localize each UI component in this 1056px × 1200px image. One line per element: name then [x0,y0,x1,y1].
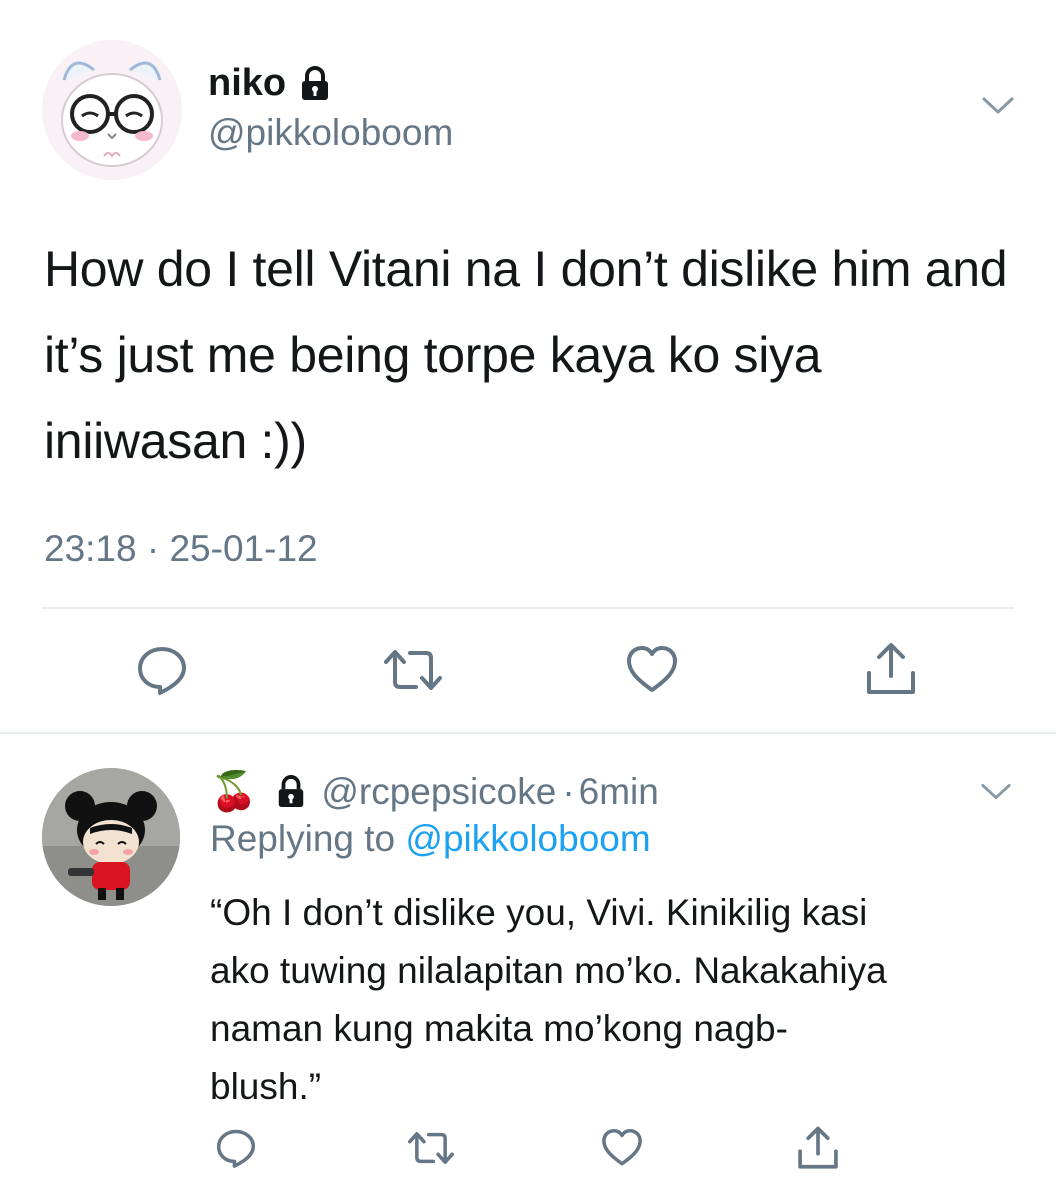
meta-separator: · [146,528,160,569]
retweet-button[interactable] [382,642,444,698]
like-icon [602,1128,642,1166]
share-button[interactable] [796,1124,840,1172]
author-name[interactable]: niko [208,62,286,105]
reply-icon [138,647,186,695]
reply-text: “Oh I don’t dislike you, Vivi. Kinikilig… [210,884,1030,1116]
author-handle[interactable]: @pikkoloboom [208,112,453,154]
share-button[interactable] [864,640,918,698]
reply-text-line: naman kung makita mo’kong nagb- [210,1008,788,1049]
replying-to: Replying to @pikkoloboom [210,818,651,860]
chevron-down-icon[interactable] [980,782,1012,802]
reply-header: 🍒 @rcpepsicoke · 6min [210,768,659,816]
replying-label: Replying to [210,818,396,859]
share-icon [867,643,915,694]
reply-tweet[interactable]: 🍒 @rcpepsicoke · 6min Replying to @pikko… [0,734,1056,1200]
pucca-avatar-image [42,768,180,906]
share-icon [798,1126,838,1169]
reply-icon [216,1129,256,1168]
reply-handle[interactable]: @rcpepsicoke [321,771,556,813]
author-avatar[interactable] [42,40,182,180]
tweet-text: How do I tell Vitani na I don’t dislike … [44,241,1008,469]
like-button[interactable] [625,642,679,698]
meta-separator: · [562,771,575,812]
reply-age: 6min [578,771,659,812]
reply-avatar[interactable] [42,768,180,906]
chevron-down-icon[interactable] [981,96,1015,116]
reply-text-line: blush.” [210,1066,322,1107]
retweet-button[interactable] [406,1126,456,1170]
reply-text-line: “Oh I don’t dislike you, Vivi. Kinikilig… [210,892,868,933]
retweet-icon [384,650,442,690]
retweet-icon [408,1132,454,1164]
like-icon [627,646,677,692]
reply-button[interactable] [134,642,190,698]
like-button[interactable] [600,1126,644,1170]
reply-text-line: ako tuwing nilalapitan mo’ko. Nakakahiya [210,950,887,991]
replying-mention[interactable]: @pikkoloboom [405,818,650,859]
lock-icon [279,775,304,808]
main-tweet: niko @pikkoloboom How do I tell Vitani n… [0,0,1056,732]
cherry-emoji: 🍒 [210,771,258,813]
tweet-timestamp[interactable]: 23:18 · 25-01-12 [44,528,318,570]
reply-button[interactable] [214,1126,258,1170]
tweet-time: 23:18 [44,528,137,569]
author-name-row[interactable]: niko [208,62,332,105]
tweet-date: 25-01-12 [169,528,318,569]
cat-with-glasses-avatar-image [42,40,182,180]
lock-icon [302,65,329,100]
divider [42,607,1014,609]
